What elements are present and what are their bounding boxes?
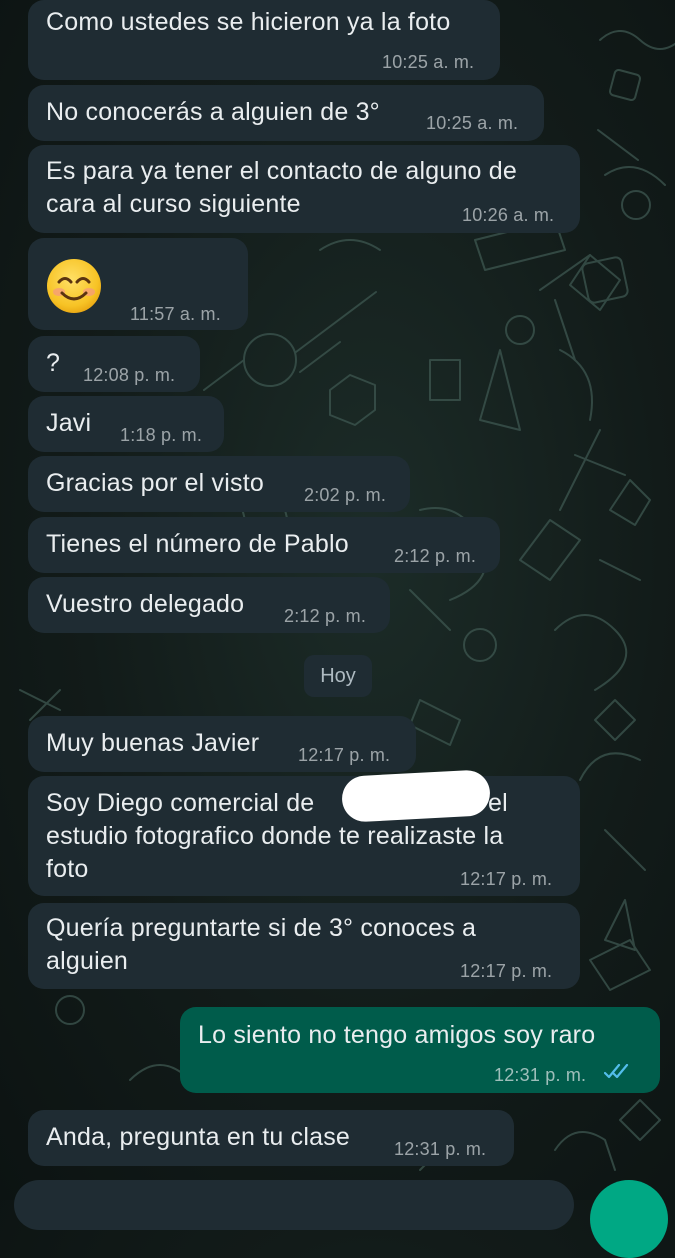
message-text: cara al curso siguiente (46, 190, 301, 218)
message-time: 12:17 p. m. (298, 745, 391, 765)
message-text: Lo siento no tengo amigos soy raro (198, 1021, 596, 1049)
message-text: ? (46, 349, 61, 377)
voice-send-button[interactable] (590, 1180, 668, 1258)
message-text: Como ustedes se hicieron ya la foto (46, 8, 451, 36)
message-text: Es para ya tener el contacto de alguno d… (46, 157, 518, 185)
message-time: 11:57 a. m. (130, 304, 221, 324)
message-text: el (488, 789, 508, 817)
message-incoming[interactable]: Gracias por el visto 2:02 p. m. (28, 456, 410, 512)
message-time: 12:17 p. m. (460, 869, 553, 889)
message-text: estudio fotografico donde te realizaste … (46, 822, 504, 850)
message-incoming[interactable]: Tienes el número de Pablo 2:12 p. m. (28, 517, 500, 573)
message-incoming[interactable]: Quería preguntarte si de 3° conoces a al… (28, 903, 580, 989)
message-time: 12:31 p. m. (494, 1065, 587, 1085)
message-time: 2:02 p. m. (304, 485, 387, 505)
read-receipt-double-check-icon (604, 1064, 629, 1079)
message-input-bar[interactable] (14, 1180, 574, 1230)
message-text: Javi (46, 409, 92, 437)
smiling-face-icon (47, 259, 101, 313)
message-text: Muy buenas Javier (46, 729, 260, 757)
message-text: Gracias por el visto (46, 469, 264, 497)
message-time: 2:12 p. m. (394, 546, 477, 566)
message-incoming[interactable]: Soy Diego comercial de el estudio fotogr… (28, 776, 580, 896)
message-text: Quería preguntarte si de 3° conoces a (46, 914, 477, 942)
message-time: 1:18 p. m. (120, 425, 203, 445)
message-incoming[interactable]: Anda, pregunta en tu clase 12:31 p. m. (28, 1110, 514, 1166)
message-incoming[interactable]: Como ustedes se hicieron ya la foto 10:2… (28, 0, 500, 80)
message-time: 12:31 p. m. (394, 1139, 487, 1159)
chat-message-list[interactable]: Como ustedes se hicieron ya la foto 10:2… (0, 0, 675, 1200)
message-time: 10:25 a. m. (426, 113, 519, 133)
message-time: 12:17 p. m. (460, 961, 553, 981)
message-incoming[interactable]: Muy buenas Javier 12:17 p. m. (28, 716, 416, 772)
redaction-scribble (340, 769, 492, 823)
message-incoming[interactable]: Es para ya tener el contacto de alguno d… (28, 145, 580, 233)
message-time: 12:08 p. m. (83, 365, 176, 385)
date-separator: Hoy (304, 655, 372, 697)
message-text: alguien (46, 947, 129, 975)
message-outgoing[interactable]: Lo siento no tengo amigos soy raro 12:31… (180, 1007, 660, 1093)
message-text: Vuestro delegado (46, 590, 245, 618)
message-incoming[interactable]: No conocerás a alguien de 3° 10:25 a. m. (28, 85, 544, 141)
message-text: No conocerás a alguien de 3° (46, 98, 380, 126)
message-time: 2:12 p. m. (284, 606, 367, 626)
message-incoming[interactable]: Vuestro delegado 2:12 p. m. (28, 577, 390, 633)
message-time: 10:25 a. m. (382, 52, 475, 72)
message-time: 10:26 a. m. (462, 205, 555, 225)
message-text: Tienes el número de Pablo (46, 530, 349, 558)
message-text: foto (46, 855, 89, 883)
message-text: Anda, pregunta en tu clase (46, 1123, 351, 1151)
message-text: Soy Diego comercial de (46, 789, 315, 817)
message-incoming[interactable]: ? 12:08 p. m. (28, 336, 200, 392)
message-incoming[interactable]: Javi 1:18 p. m. (28, 396, 224, 452)
message-incoming[interactable]: 11:57 a. m. (28, 238, 248, 330)
